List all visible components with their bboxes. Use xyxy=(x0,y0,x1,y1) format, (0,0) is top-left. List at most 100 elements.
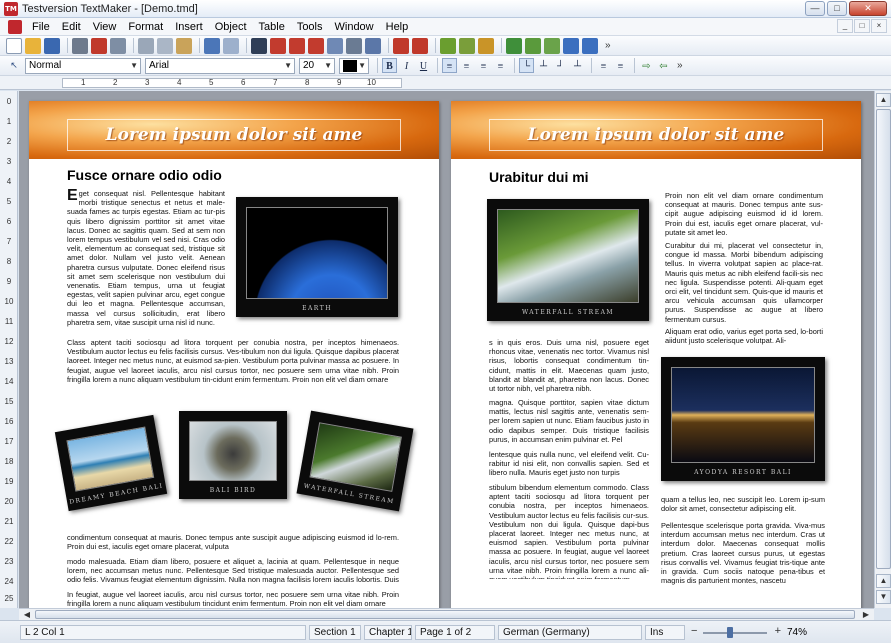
zoom-out-icon[interactable]: − xyxy=(691,625,697,637)
document-workspace[interactable]: Lorem ipsum dolor sit ame Fusce ornare o… xyxy=(19,91,874,608)
menu-file[interactable]: File xyxy=(26,21,56,33)
save-icon[interactable] xyxy=(44,37,60,54)
print-preview-icon[interactable] xyxy=(110,37,126,54)
language-indicator[interactable]: German (Germany) xyxy=(498,624,642,640)
close-button[interactable]: ✕ xyxy=(849,1,887,16)
more-tools-icon[interactable]: » xyxy=(605,40,611,51)
align-justify-icon[interactable]: ≡ xyxy=(493,58,508,73)
master-page-icon[interactable] xyxy=(563,37,579,54)
bullets-icon[interactable]: ≡ xyxy=(596,58,611,73)
text-color-select[interactable]: ▼ xyxy=(339,57,369,74)
paragraph-marks-icon[interactable] xyxy=(506,37,522,54)
align-left-icon[interactable]: ≡ xyxy=(442,58,457,73)
banner-title[interactable]: Lorem ipsum dolor sit ame xyxy=(106,125,363,145)
font-select[interactable]: Arial ▼ xyxy=(145,57,295,74)
paragraph-format-icon[interactable] xyxy=(412,37,428,54)
zoom-track[interactable] xyxy=(703,631,767,634)
align-right-icon[interactable]: ≡ xyxy=(476,58,491,73)
vertical-scrollbar[interactable]: ▲ ▲ ▼ xyxy=(874,91,891,608)
body-paragraph[interactable]: s in quis eros. Duis urna nisl, posuere … xyxy=(489,338,649,394)
doc-restore-button[interactable]: □ xyxy=(854,19,870,33)
cut-icon[interactable] xyxy=(138,37,154,54)
menu-tools[interactable]: Tools xyxy=(291,21,329,33)
body-paragraph[interactable]: quam a tellus leo, nec suscipit leo. Lor… xyxy=(661,495,825,515)
zoom-icon[interactable] xyxy=(346,37,362,54)
pointer-icon[interactable]: ↖ xyxy=(6,58,22,74)
doc-close-button[interactable]: × xyxy=(871,19,887,33)
scroll-thumb[interactable] xyxy=(876,109,891,569)
body-paragraph[interactable]: Proin non elit vel diam ornare condiment… xyxy=(665,191,823,237)
maximize-button[interactable]: □ xyxy=(827,1,847,16)
zoom-knob[interactable] xyxy=(727,626,733,638)
doc-minimize-button[interactable]: _ xyxy=(837,19,853,33)
section-heading[interactable]: Urabitur dui mi xyxy=(489,169,589,185)
body-paragraph[interactable]: Aliquam erat odio, varius eget porta sed… xyxy=(665,327,823,347)
menu-format[interactable]: Format xyxy=(122,21,169,33)
body-paragraph[interactable]: condimentum consequat at mauris. Donec t… xyxy=(67,533,399,553)
object-mode-icon[interactable] xyxy=(544,37,560,54)
more-formatting-icon[interactable]: » xyxy=(677,60,683,71)
body-paragraph[interactable]: Pellentesque scelerisque porta gravida. … xyxy=(661,521,825,587)
banner-title[interactable]: Lorem ipsum dolor sit ame xyxy=(528,125,785,145)
body-paragraph[interactable]: modo malesuada. Etiam diam libero, posue… xyxy=(67,557,399,585)
menu-edit[interactable]: Edit xyxy=(56,21,87,33)
photo-waterfall[interactable]: WATERFALL STREAM xyxy=(487,199,649,321)
ruler-track[interactable]: 1 2 3 4 5 6 7 8 9 10 xyxy=(62,78,402,88)
photo-resort[interactable]: AYODYA RESORT BALI xyxy=(661,357,825,481)
database-icon[interactable] xyxy=(478,37,494,54)
tab-right-icon[interactable]: ┘ xyxy=(553,58,568,73)
zoom-slider[interactable]: − + xyxy=(691,625,781,640)
horizontal-ruler[interactable]: 1 2 3 4 5 6 7 8 9 10 xyxy=(0,76,891,90)
body-paragraph[interactable]: Eget consequat nisl. Pellentesque habita… xyxy=(67,189,225,333)
insert-frame-icon[interactable] xyxy=(270,37,286,54)
photo-bird[interactable]: BALI BIRD xyxy=(179,411,287,499)
text-flow-icon[interactable] xyxy=(525,37,541,54)
paste-icon[interactable] xyxy=(176,37,192,54)
body-paragraph[interactable]: Curabitur dui mi, placerat vel consectet… xyxy=(665,241,823,323)
pdf-export-icon[interactable] xyxy=(91,37,107,54)
page-1[interactable]: Lorem ipsum dolor sit ame Fusce ornare o… xyxy=(29,101,439,608)
menu-table[interactable]: Table xyxy=(253,21,291,33)
vertical-ruler[interactable]: 0 1 2 3 4 5 6 7 8 9 10 11 12 13 14 15 16… xyxy=(0,91,18,608)
binoculars-icon[interactable] xyxy=(251,37,267,54)
body-paragraph[interactable]: In feugiat, augue vel laoreet iaculis, a… xyxy=(67,590,399,608)
print-icon[interactable] xyxy=(72,37,88,54)
bold-icon[interactable]: B xyxy=(382,58,397,73)
menu-insert[interactable]: Insert xyxy=(169,21,209,33)
horizontal-scrollbar[interactable]: ◀ ▶ xyxy=(19,608,874,620)
open-folder-icon[interactable] xyxy=(25,37,41,54)
align-center-icon[interactable]: ≡ xyxy=(459,58,474,73)
prev-page-icon[interactable]: ▲ xyxy=(876,574,891,588)
menu-view[interactable]: View xyxy=(87,21,123,33)
scroll-thumb[interactable] xyxy=(35,610,855,619)
body-paragraph[interactable]: Class aptent taciti sociosqu ad litora t… xyxy=(67,338,399,390)
body-paragraph[interactable]: stibulum bibendum elementum commodo. Cla… xyxy=(489,483,649,579)
font-size-select[interactable]: 20 ▼ xyxy=(299,57,335,74)
menu-help[interactable]: Help xyxy=(380,21,415,33)
photo-earth[interactable]: EARTH xyxy=(236,197,398,317)
insert-textbox-icon[interactable] xyxy=(289,37,305,54)
tab-left-icon[interactable]: └ xyxy=(519,58,534,73)
next-page-icon[interactable]: ▼ xyxy=(876,590,891,604)
body-paragraph[interactable]: magna. Quisque porttitor, sapien vitae d… xyxy=(489,398,649,446)
tab-decimal-icon[interactable]: ┴ xyxy=(570,58,585,73)
section-heading[interactable]: Fusce ornare odio odio xyxy=(67,167,222,183)
indent-increase-icon[interactable]: ⇨ xyxy=(639,58,654,73)
scroll-up-icon[interactable]: ▲ xyxy=(876,93,891,107)
zoom-in-icon[interactable]: + xyxy=(775,625,781,637)
photo-forest[interactable]: WATERFALL STREAM xyxy=(296,410,414,512)
italic-icon[interactable]: I xyxy=(399,58,414,73)
chart-icon[interactable] xyxy=(459,37,475,54)
insert-mode-indicator[interactable]: Ins xyxy=(645,624,685,640)
new-document-icon[interactable] xyxy=(6,37,22,54)
redo-icon[interactable] xyxy=(223,37,239,54)
document-icon[interactable] xyxy=(8,19,22,34)
field-icon[interactable] xyxy=(582,37,598,54)
paragraph-style-select[interactable]: Normal ▼ xyxy=(25,57,141,74)
indent-decrease-icon[interactable]: ⇦ xyxy=(656,58,671,73)
insert-picture-icon[interactable] xyxy=(308,37,324,54)
minimize-button[interactable]: — xyxy=(805,1,825,16)
body-paragraph[interactable]: lentesque quis nulla nunc, vel eleifend … xyxy=(489,450,649,478)
scroll-left-icon[interactable]: ◀ xyxy=(20,609,34,620)
zoom-page-icon[interactable] xyxy=(365,37,381,54)
